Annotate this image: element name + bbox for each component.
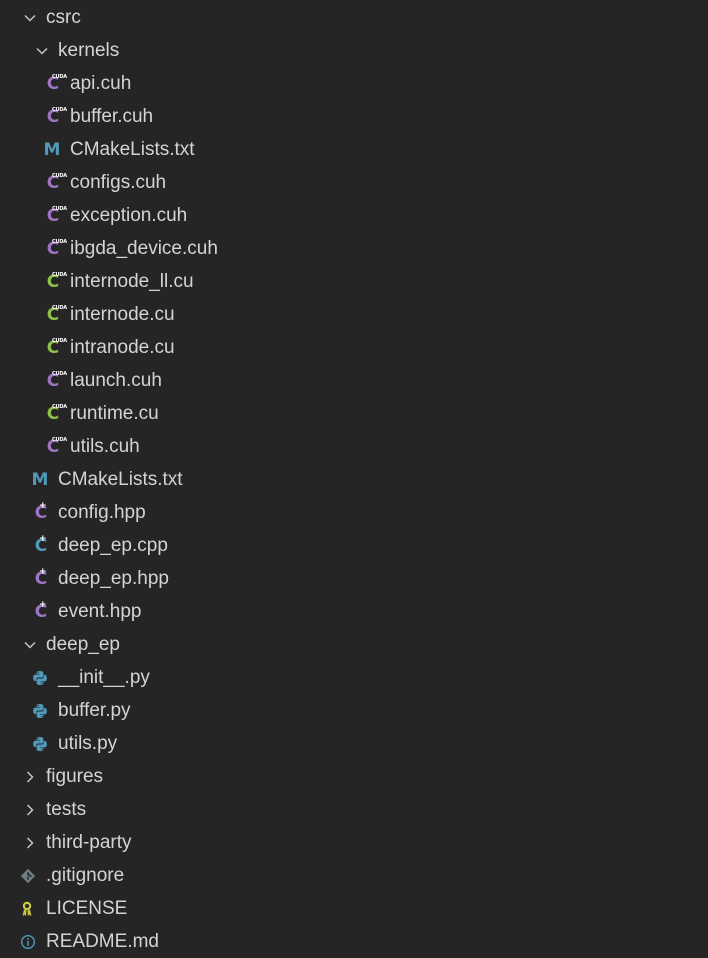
tree-item-label: buffer.cuh — [70, 106, 154, 127]
tree-folder-figures[interactable]: figures — [0, 760, 708, 793]
cpp-header-icon: C + — [34, 600, 48, 622]
tree-item-label: utils.py — [58, 733, 118, 754]
tree-item-label: internode.cu — [70, 304, 175, 325]
tree-file-api-cuh[interactable]: C CUDA api.cuh — [0, 67, 708, 100]
file-explorer-tree: csrc kernels C CUDA api.cuh C CUDA buffer.… — [0, 0, 708, 958]
tree-item-label: ibgda_device.cuh — [70, 238, 218, 259]
tree-file-exception-cuh[interactable]: C CUDA exception.cuh — [0, 199, 708, 232]
tree-item-label: CMakeLists.txt — [58, 469, 183, 490]
tree-item-label: LICENSE — [46, 898, 128, 919]
tree-item-label: configs.cuh — [70, 172, 167, 193]
tree-item-label: exception.cuh — [70, 205, 188, 226]
chevron-right-icon[interactable] — [21, 760, 39, 793]
cuda-header-icon: C CUDA — [46, 370, 67, 391]
tree-file-cmakelists-kernels[interactable]: M CMakeLists.txt — [0, 133, 708, 166]
tree-item-label: figures — [46, 766, 104, 787]
tree-item-label: runtime.cu — [70, 403, 159, 424]
python-icon — [31, 694, 49, 727]
tree-folder-kernels[interactable]: kernels — [0, 34, 708, 67]
tree-folder-tests[interactable]: tests — [0, 793, 708, 826]
cuda-header-icon: C CUDA — [46, 172, 67, 193]
cuda-header-icon: C CUDA — [46, 238, 67, 259]
tree-item-label: internode_ll.cu — [70, 271, 194, 292]
tree-file-internode-ll-cu[interactable]: C CUDA internode_ll.cu — [0, 265, 708, 298]
tree-file-init-py[interactable]: __init__.py — [0, 661, 708, 694]
tree-file-configs-cuh[interactable]: C CUDA configs.cuh — [0, 166, 708, 199]
python-icon — [31, 661, 49, 694]
tree-folder-deep-ep[interactable]: deep_ep — [0, 628, 708, 661]
tree-folder-csrc[interactable]: csrc — [0, 1, 708, 34]
cmake-icon: M — [43, 139, 61, 160]
cuda-header-icon: C CUDA — [46, 436, 67, 457]
tree-item-label: buffer.py — [58, 700, 131, 721]
license-icon — [18, 892, 36, 925]
tree-file-readme-md[interactable]: README.md — [0, 925, 708, 958]
tree-file-utils-py[interactable]: utils.py — [0, 727, 708, 760]
tree-item-label: third-party — [46, 832, 132, 853]
tree-file-buffer-cuh[interactable]: C CUDA buffer.cuh — [0, 100, 708, 133]
tree-file-intranode-cu[interactable]: C CUDA intranode.cu — [0, 331, 708, 364]
tree-folder-third-party[interactable]: third-party — [0, 826, 708, 859]
cuda-header-icon: C CUDA — [46, 106, 67, 127]
tree-item-label: intranode.cu — [70, 337, 175, 358]
tree-item-label: event.hpp — [58, 601, 142, 622]
python-icon — [31, 727, 49, 760]
chevron-down-icon[interactable] — [33, 34, 51, 67]
tree-item-label: .gitignore — [46, 865, 125, 886]
chevron-down-icon[interactable] — [21, 628, 39, 661]
tree-item-label: deep_ep.cpp — [58, 535, 168, 556]
tree-item-label: utils.cuh — [70, 436, 140, 457]
tree-file-license[interactable]: LICENSE — [0, 892, 708, 925]
chevron-right-icon[interactable] — [21, 826, 39, 859]
tree-file-internode-cu[interactable]: C CUDA internode.cu — [0, 298, 708, 331]
cpp-header-icon: C + — [34, 567, 48, 589]
tree-file-launch-cuh[interactable]: C CUDA launch.cuh — [0, 364, 708, 397]
chevron-down-icon[interactable] — [21, 1, 39, 34]
cuda-header-icon: C CUDA — [46, 73, 67, 94]
tree-file-event-hpp[interactable]: C + event.hpp — [0, 595, 708, 628]
tree-item-label: api.cuh — [70, 73, 132, 94]
tree-file-deep-ep-cpp[interactable]: C + deep_ep.cpp — [0, 529, 708, 562]
tree-file-ibgda-device-cuh[interactable]: C CUDA ibgda_device.cuh — [0, 232, 708, 265]
tree-item-label: CMakeLists.txt — [70, 139, 195, 160]
tree-item-label: launch.cuh — [70, 370, 162, 391]
tree-item-label: deep_ep.hpp — [58, 568, 169, 589]
cuda-header-icon: C CUDA — [46, 205, 67, 226]
tree-item-label: deep_ep — [46, 634, 120, 655]
git-icon — [19, 859, 37, 892]
tree-item-label: kernels — [58, 40, 120, 61]
tree-file-config-hpp[interactable]: C + config.hpp — [0, 496, 708, 529]
tree-item-label: tests — [46, 799, 87, 820]
cuda-source-icon: C CUDA — [46, 337, 67, 358]
tree-file-utils-cuh[interactable]: C CUDA utils.cuh — [0, 430, 708, 463]
tree-file-gitignore[interactable]: .gitignore — [0, 859, 708, 892]
cpp-source-icon: C + — [34, 534, 48, 556]
cuda-source-icon: C CUDA — [46, 271, 67, 292]
chevron-right-icon[interactable] — [21, 793, 39, 826]
tree-file-deep-ep-hpp[interactable]: C + deep_ep.hpp — [0, 562, 708, 595]
cmake-icon: M — [31, 469, 49, 490]
info-icon — [19, 925, 37, 958]
tree-item-label: __init__.py — [58, 667, 150, 688]
tree-item-label: config.hpp — [58, 502, 146, 523]
cuda-source-icon: C CUDA — [46, 304, 67, 325]
tree-item-label: README.md — [46, 931, 159, 952]
cpp-header-icon: C + — [34, 501, 48, 523]
tree-item-label: csrc — [46, 7, 81, 28]
tree-file-runtime-cu[interactable]: C CUDA runtime.cu — [0, 397, 708, 430]
tree-file-cmakelists-csrc[interactable]: M CMakeLists.txt — [0, 463, 708, 496]
cuda-source-icon: C CUDA — [46, 403, 67, 424]
tree-file-buffer-py[interactable]: buffer.py — [0, 694, 708, 727]
